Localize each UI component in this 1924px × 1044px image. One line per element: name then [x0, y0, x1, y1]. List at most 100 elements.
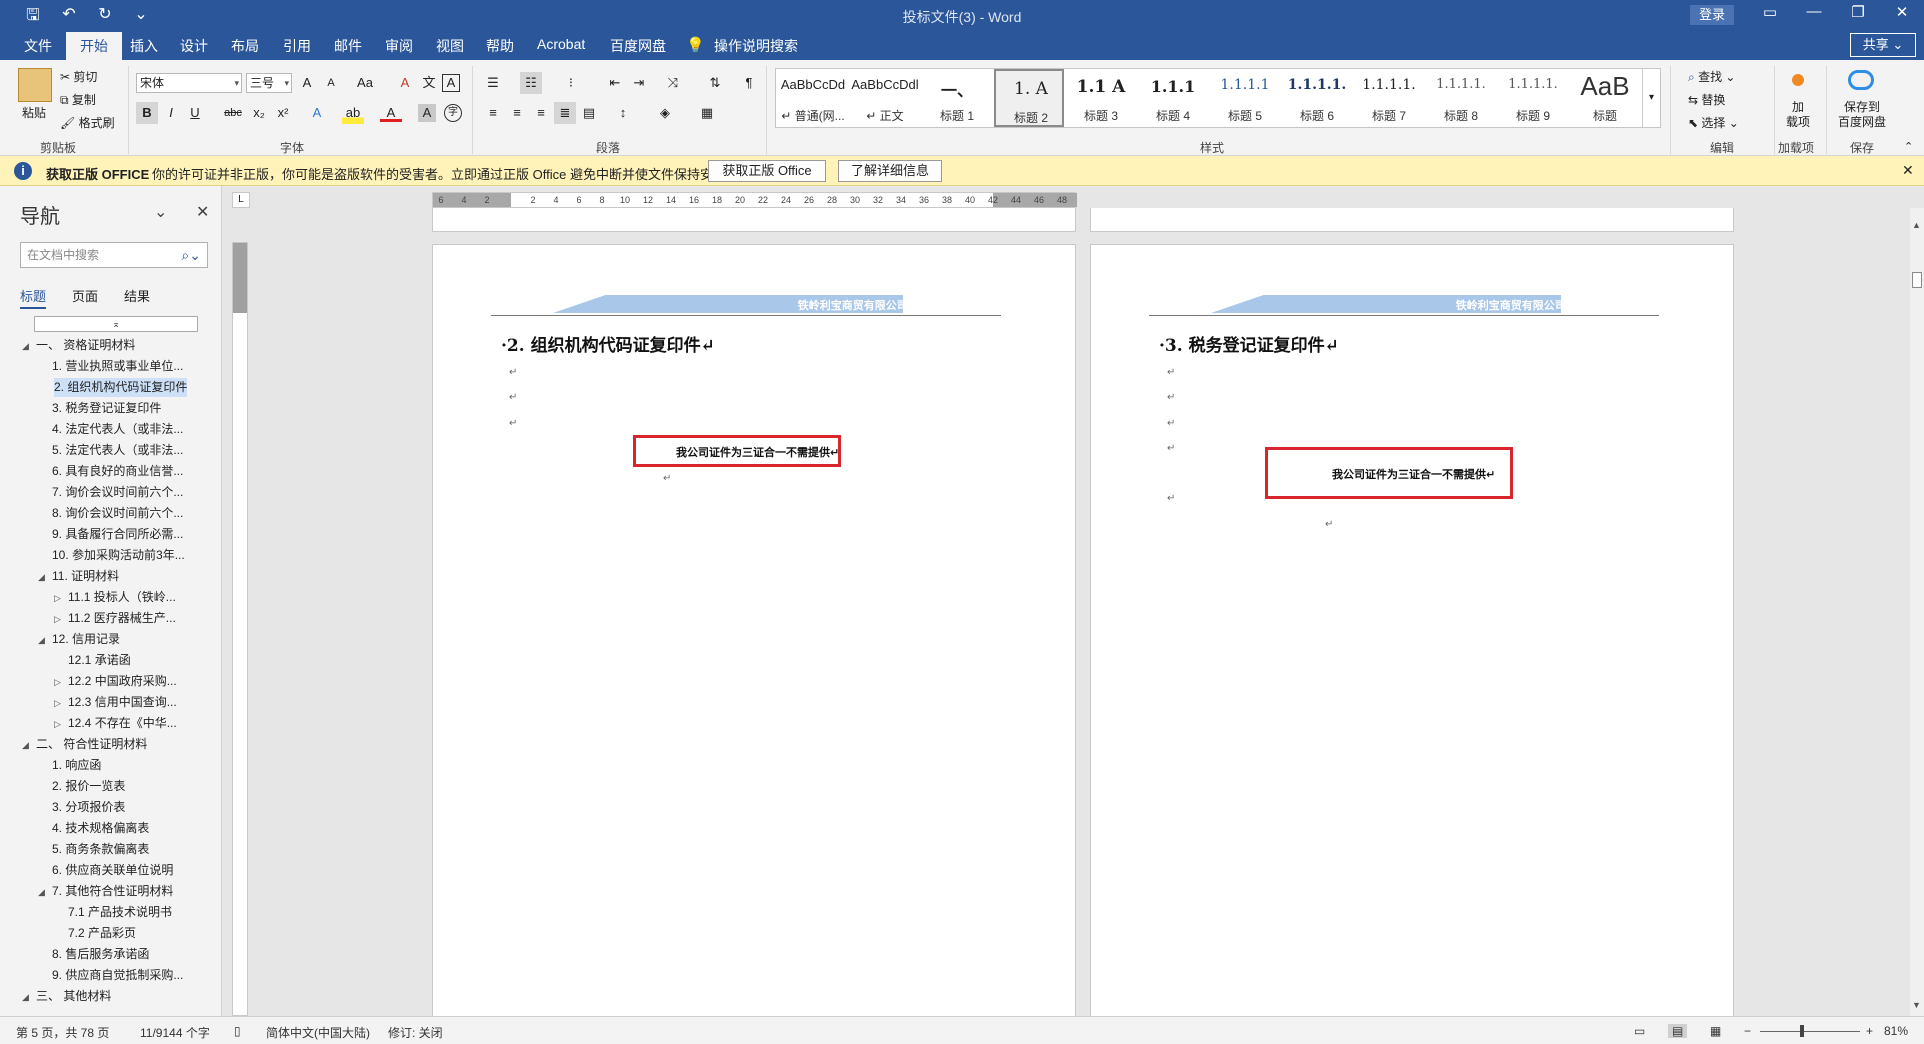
save-to-baidu-button[interactable]: 保存到 百度网盘 [1836, 100, 1888, 130]
zoom-slider-thumb[interactable] [1800, 1025, 1804, 1037]
align-left-icon[interactable]: ≡ [482, 102, 504, 124]
replace-button[interactable]: ⇆ 替换 [1688, 91, 1725, 108]
tab-pages[interactable]: 页面 [72, 286, 98, 309]
bold-button[interactable]: B [136, 102, 158, 124]
line-spacing-icon[interactable]: ↕ [612, 102, 634, 124]
nav-heading-item[interactable]: 8. 售后服务承诺函 [38, 945, 149, 964]
tab-selector[interactable]: L [232, 192, 250, 208]
addin-icon[interactable] [1792, 74, 1804, 86]
style-item[interactable]: 1.1 A 标题 3 [1066, 69, 1136, 127]
expanded-toggle-icon[interactable]: ◢ [38, 883, 52, 902]
baidu-cloud-icon[interactable] [1848, 70, 1874, 90]
collapsed-toggle-icon[interactable]: ▷ [54, 715, 68, 734]
web-layout-icon[interactable]: ▦ [1710, 1024, 1721, 1038]
scroll-down-icon[interactable]: ▼ [1912, 1000, 1921, 1010]
tab-home[interactable]: 开始 [66, 32, 122, 60]
expanded-toggle-icon[interactable]: ◢ [38, 631, 52, 650]
style-item[interactable]: AaBbCcDdl ↵ 正文 [850, 69, 920, 127]
highlight-button[interactable]: ab [342, 102, 364, 124]
track-changes-status[interactable]: 修订: 关闭 [388, 1024, 443, 1041]
language[interactable]: 简体中文(中国大陆) [266, 1024, 370, 1041]
style-item[interactable]: 1.1.1.1. 标题 7 [1354, 69, 1424, 127]
word-count[interactable]: 11/9144 个字 [140, 1024, 210, 1041]
tab-help[interactable]: 帮助 [486, 36, 514, 56]
nav-heading-item[interactable]: 4. 法定代表人（或非法... [38, 420, 183, 439]
nav-heading-item[interactable]: 3. 税务登记证复印件 [38, 399, 161, 418]
expanded-toggle-icon[interactable]: ◢ [22, 337, 36, 356]
font-size-combo[interactable]: 三号 ▾ [246, 73, 292, 93]
proofing-icon[interactable]: ▯ [234, 1024, 241, 1038]
tab-mailings[interactable]: 邮件 [334, 36, 362, 56]
nav-heading-item[interactable]: 7. 询价会议时间前六个... [38, 483, 183, 502]
nav-heading-item[interactable]: ◢ 7. 其他符合性证明材料 [38, 882, 173, 901]
expanded-toggle-icon[interactable]: ◢ [22, 736, 36, 755]
chevron-down-icon[interactable]: ⌄ [154, 202, 167, 222]
decrease-indent-icon[interactable]: ⇤ [604, 72, 626, 94]
find-button[interactable]: ⌕ 查找 ⌄ [1688, 68, 1735, 85]
enclose-characters-button[interactable]: 字 [444, 104, 462, 122]
cut-button[interactable]: ✂ 剪切 [60, 68, 97, 85]
change-case-button[interactable]: Aa [350, 72, 380, 94]
nav-heading-item[interactable]: 10. 参加采购活动前3年... [38, 546, 185, 565]
tab-results[interactable]: 结果 [124, 286, 150, 309]
zoom-level[interactable]: 81% [1884, 1024, 1908, 1038]
nav-heading-item[interactable]: 9. 供应商自觉抵制采购... [38, 966, 183, 985]
tab-baidu-netdisk[interactable]: 百度网盘 [610, 36, 666, 56]
format-painter-button[interactable]: 🖌 格式刷 [60, 114, 115, 131]
align-center-icon[interactable]: ≡ [506, 102, 528, 124]
nav-heading-item[interactable]: ▷ 12.2 中国政府采购... [54, 672, 177, 691]
collapsed-toggle-icon[interactable]: ▷ [54, 610, 68, 629]
phonetic-guide-button[interactable]: 文 [418, 72, 440, 94]
justify-icon[interactable]: ≣ [554, 102, 576, 124]
style-item[interactable]: 1.1.1.1. 标题 6 [1282, 69, 1352, 127]
nav-heading-item[interactable]: 2. 组织机构代码证复印件 [54, 378, 188, 397]
style-item[interactable]: 1.1.1.1. 标题 9 [1498, 69, 1568, 127]
nav-heading-item[interactable]: ◢ 12. 信用记录 [38, 630, 120, 649]
share-button[interactable]: 共享 ⌄ [1850, 33, 1916, 57]
collapsed-toggle-icon[interactable]: ▷ [54, 694, 68, 713]
text-effects-button[interactable]: A [306, 102, 328, 124]
collapsed-toggle-icon[interactable]: ▷ [54, 673, 68, 692]
nav-heading-item[interactable]: ◢ 一、 资格证明材料 [22, 336, 135, 355]
nav-heading-item[interactable]: 2. 报价一览表 [38, 777, 125, 796]
superscript-button[interactable]: x² [272, 102, 294, 124]
tab-headings[interactable]: 标题 [20, 286, 47, 309]
tab-view[interactable]: 视图 [436, 36, 464, 56]
scroll-thumb[interactable] [1912, 272, 1922, 288]
shading-icon[interactable]: ◈ [654, 102, 676, 124]
distributed-icon[interactable]: ▤ [578, 102, 600, 124]
nav-heading-item[interactable]: 4. 技术规格偏离表 [38, 819, 149, 838]
borders-icon[interactable]: ▦ [696, 102, 718, 124]
character-border-button[interactable]: A [442, 74, 460, 92]
nav-heading-item[interactable]: 1. 响应函 [38, 756, 101, 775]
collapse-all-button[interactable]: ⌅ [34, 316, 198, 332]
collapsed-toggle-icon[interactable]: ▷ [54, 589, 68, 608]
font-name-combo[interactable]: 宋体 ▾ [136, 73, 242, 93]
nav-heading-item[interactable]: 3. 分项报价表 [38, 798, 125, 817]
scroll-up-icon[interactable]: ▲ [1912, 220, 1921, 230]
clear-formatting-button[interactable]: A [394, 72, 416, 94]
nav-heading-item[interactable]: 8. 询价会议时间前六个... [38, 504, 183, 523]
underline-button[interactable]: U [184, 102, 206, 124]
tab-references[interactable]: 引用 [283, 36, 311, 56]
zoom-in-button[interactable]: + [1866, 1024, 1873, 1038]
ribbon-display-icon[interactable]: ▭ [1748, 3, 1792, 21]
nav-heading-item[interactable]: 5. 法定代表人（或非法... [38, 441, 183, 460]
select-button[interactable]: ⬉ 选择 ⌄ [1688, 114, 1739, 131]
italic-button[interactable]: I [160, 102, 182, 124]
get-genuine-office-button[interactable]: 获取正版 Office [708, 160, 826, 182]
style-item[interactable]: AaB 标题 [1570, 69, 1640, 127]
multilevel-list-icon[interactable]: ⁝ [560, 72, 582, 94]
increase-indent-icon[interactable]: ⇥ [628, 72, 650, 94]
tab-file[interactable]: 文件 [24, 36, 52, 56]
paste-icon[interactable] [18, 68, 52, 102]
vertical-ruler[interactable] [232, 242, 248, 1016]
close-icon[interactable]: ✕ [196, 202, 209, 222]
nav-heading-item[interactable]: 9. 具备履行合同所必需... [38, 525, 183, 544]
document-page[interactable]: 铁岭利宝商贸有限公司↵ ·2. 组织机构代码证复印件↵ ↵ ↵ ↵ 我公司证件为… [432, 244, 1076, 1016]
styles-more-button[interactable]: ▾ [1642, 69, 1660, 127]
nav-heading-item[interactable]: ▷ 12.3 信用中国查询... [54, 693, 177, 712]
character-shading-button[interactable]: A [418, 104, 436, 122]
nav-heading-item[interactable]: ▷ 12.4 不存在《中华... [54, 714, 177, 733]
sort-icon[interactable]: ⇅ [704, 72, 726, 94]
